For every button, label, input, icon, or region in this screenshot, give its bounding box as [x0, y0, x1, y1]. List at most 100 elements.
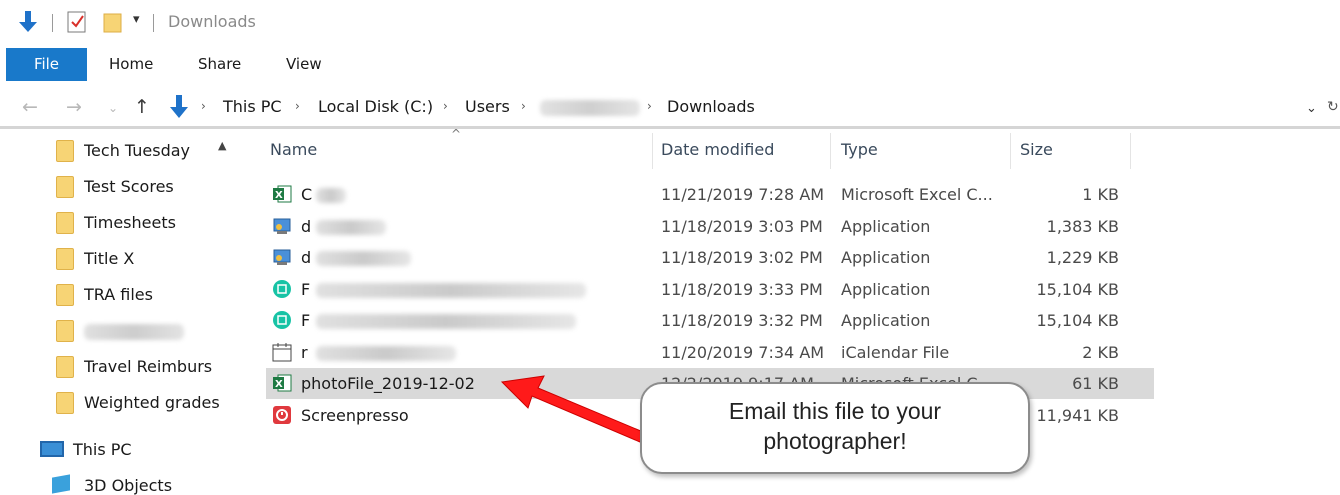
nav-this-pc[interactable]: This PC [73, 440, 132, 459]
folder-icon [56, 356, 74, 378]
refresh-icon[interactable]: ↻ [1327, 99, 1339, 115]
properties-icon[interactable] [67, 11, 87, 33]
callout-bubble: Email this file to your photographer! [640, 382, 1030, 474]
redacted-name [316, 283, 586, 298]
folder-icon [56, 320, 74, 342]
file-name: r [301, 343, 308, 362]
address-dropdown-icon[interactable]: ⌄ [1306, 101, 1317, 116]
file-type: Application [841, 311, 931, 330]
new-folder-icon[interactable] [103, 11, 123, 33]
nav-3d-objects[interactable]: 3D Objects [84, 476, 172, 495]
column-separator[interactable] [1130, 133, 1131, 169]
address-row: ← → ⌄ ↑ › This PC › Local Disk (C:) › Us… [0, 90, 1340, 126]
file-date: 11/20/2019 7:34 AM [661, 343, 825, 362]
tab-view[interactable]: View [286, 48, 322, 81]
file-size: 15,104 KB [1036, 311, 1119, 330]
nav-folder[interactable]: TRA files [0, 276, 230, 310]
excel-icon: X [273, 374, 292, 392]
up-icon[interactable]: ↑ [134, 96, 150, 118]
tab-home[interactable]: Home [109, 48, 153, 81]
teal-app-icon [273, 280, 291, 298]
callout-text: Email this file to your photographer! [642, 396, 1028, 456]
column-header-size[interactable]: Size [1020, 140, 1053, 159]
downloads-location-icon [170, 95, 188, 118]
file-size: 15,104 KB [1036, 280, 1119, 299]
column-separator[interactable] [652, 133, 653, 169]
forward-icon[interactable]: → [66, 96, 82, 118]
nav-folder-redacted[interactable] [0, 312, 230, 346]
customize-toolbar-icon[interactable]: ▾ [133, 12, 140, 27]
file-name: Screenpresso [301, 406, 409, 425]
file-row[interactable]: r 11/20/2019 7:34 AM iCalendar File 2 KB [266, 337, 1154, 368]
computer-icon [40, 441, 64, 457]
file-row[interactable]: F 11/18/2019 3:32 PM Application 15,104 … [266, 305, 1154, 336]
breadcrumb-downloads[interactable]: Downloads [667, 97, 755, 116]
column-separator[interactable] [830, 133, 831, 169]
download-arrow-icon[interactable] [18, 11, 38, 33]
redacted-name [316, 188, 346, 203]
nav-folder[interactable]: Travel Reimburs [0, 348, 230, 382]
file-row[interactable]: d 11/18/2019 3:02 PM Application 1,229 K… [266, 242, 1154, 273]
sort-ascending-icon: ^ [451, 127, 462, 141]
breadcrumb-this-pc[interactable]: This PC [223, 97, 282, 116]
file-name: d [301, 217, 312, 236]
tab-share[interactable]: Share [198, 48, 241, 81]
breadcrumb-arrow-icon[interactable]: › [201, 99, 206, 113]
recent-locations-icon[interactable]: ⌄ [108, 101, 118, 115]
column-header-type[interactable]: Type [841, 140, 878, 159]
nav-folder[interactable]: Timesheets [0, 204, 230, 238]
file-size: 1 KB [1082, 185, 1119, 204]
nav-folder[interactable]: Title X [0, 240, 230, 274]
folder-icon [56, 212, 74, 234]
callout-line-2: photographer! [763, 428, 907, 454]
file-name: F [301, 280, 311, 299]
file-row[interactable]: F 11/18/2019 3:33 PM Application 15,104 … [266, 274, 1154, 305]
redacted-name [316, 346, 456, 361]
breadcrumb-users[interactable]: Users [465, 97, 510, 116]
file-date: 11/18/2019 3:03 PM [661, 217, 823, 236]
nav-folder[interactable]: Tech Tuesday [0, 132, 230, 166]
nav-folder[interactable]: Test Scores [0, 168, 230, 202]
breadcrumb-arrow-icon[interactable]: › [295, 99, 300, 113]
file-size: 61 KB [1072, 374, 1119, 393]
file-date: 11/18/2019 3:33 PM [661, 280, 823, 299]
column-header-date[interactable]: Date modified [661, 140, 774, 159]
file-name: d [301, 248, 312, 267]
back-icon[interactable]: ← [22, 96, 38, 118]
folder-icon [56, 140, 74, 162]
file-name: C [301, 185, 313, 204]
file-name: F [301, 311, 311, 330]
file-size: 1,383 KB [1046, 217, 1119, 236]
file-date: 11/21/2019 7:28 AM [661, 185, 825, 204]
breadcrumb-arrow-icon[interactable]: › [521, 99, 526, 113]
toolbar-separator [153, 14, 154, 32]
column-header-name[interactable]: Name [270, 140, 317, 159]
file-size: 1,229 KB [1046, 248, 1119, 267]
file-type: Microsoft Excel C... [841, 185, 993, 204]
nav-folder-label: Weighted grades [84, 393, 220, 412]
scroll-up-icon[interactable]: ▲ [218, 139, 226, 152]
redacted-name [316, 220, 386, 235]
file-date: 11/18/2019 3:02 PM [661, 248, 823, 267]
installer-icon [273, 218, 291, 234]
tab-file[interactable]: File [6, 48, 87, 81]
screenpresso-icon [273, 406, 291, 424]
title-bar: ▾ Downloads [0, 0, 1340, 46]
breadcrumb-user-redacted[interactable] [540, 100, 640, 116]
nav-folder[interactable]: Weighted grades [0, 384, 230, 418]
nav-folder-label: Timesheets [84, 213, 176, 232]
folder-icon [56, 392, 74, 414]
ribbon-tabs: File Home Share View [0, 48, 1340, 81]
breadcrumb-local-disk[interactable]: Local Disk (C:) [318, 97, 433, 116]
breadcrumb-arrow-icon[interactable]: › [647, 99, 652, 113]
file-row[interactable]: X C 11/21/2019 7:28 AM Microsoft Excel C… [266, 179, 1154, 210]
nav-folder-label: Tech Tuesday [84, 141, 191, 160]
folder-icon [56, 284, 74, 306]
column-separator[interactable] [1010, 133, 1011, 169]
breadcrumb-arrow-icon[interactable]: › [443, 99, 448, 113]
file-row[interactable]: d 11/18/2019 3:03 PM Application 1,383 K… [266, 211, 1154, 242]
teal-app-icon [273, 311, 291, 329]
file-date: 11/18/2019 3:32 PM [661, 311, 823, 330]
redacted-name [316, 251, 411, 266]
file-type: Application [841, 217, 931, 236]
